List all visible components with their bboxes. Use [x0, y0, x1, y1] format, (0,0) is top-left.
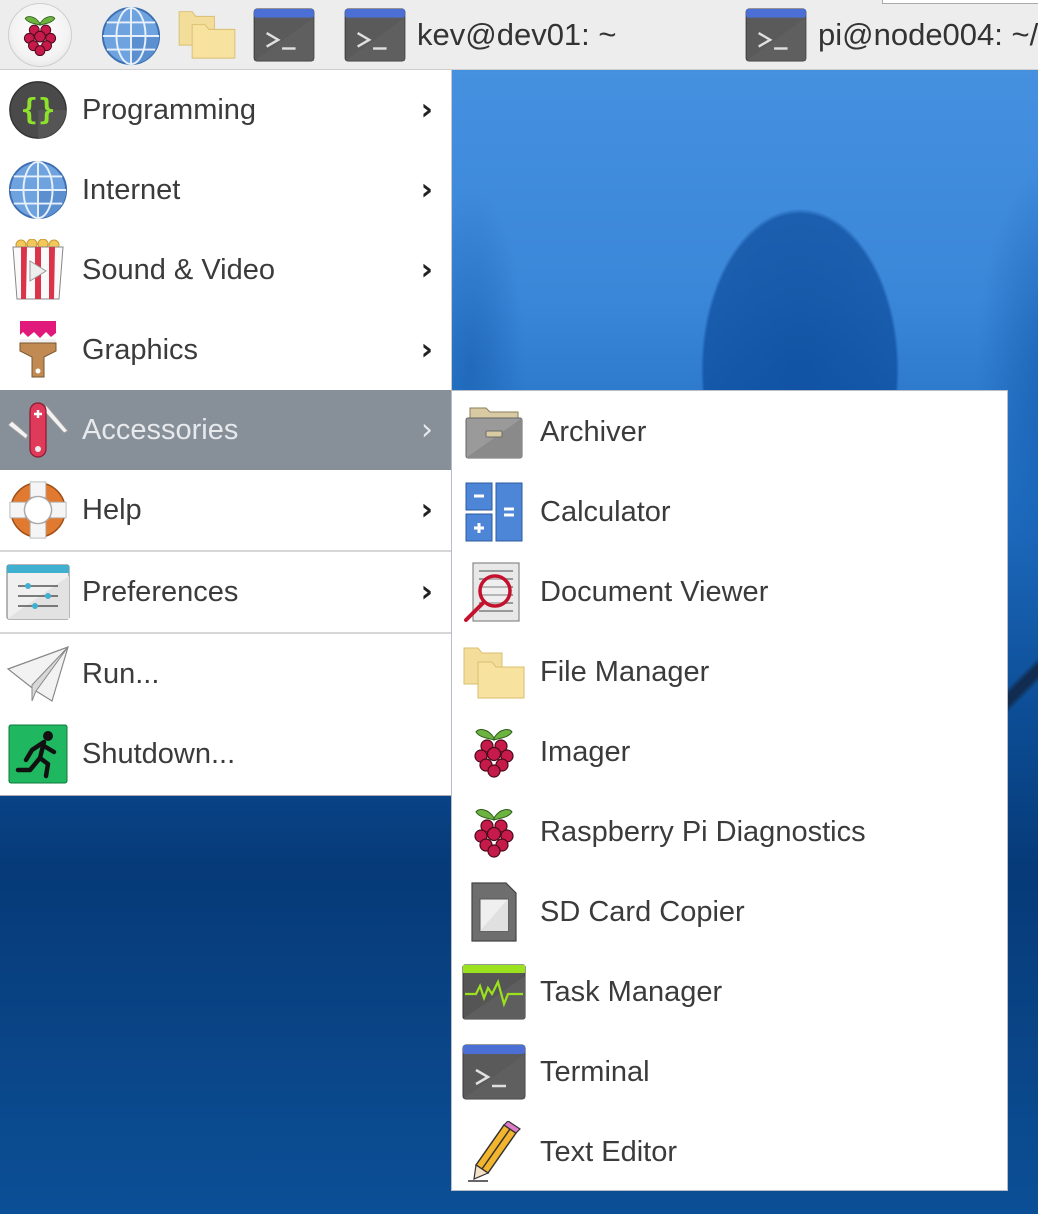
- exit-running-man-icon: [6, 722, 70, 786]
- applications-menu-button[interactable]: [8, 3, 72, 67]
- menu-item-sound-video[interactable]: Sound & Video ›: [0, 230, 451, 310]
- raspberry-icon: [462, 720, 526, 784]
- swiss-knife-icon: [6, 398, 70, 462]
- menu-item-label: Shutdown...: [82, 737, 236, 770]
- globe-icon: [100, 5, 162, 67]
- submenu-item-label: Imager: [540, 735, 631, 768]
- menu-item-label: Internet: [82, 173, 181, 206]
- menu-item-label: Accessories: [82, 413, 239, 446]
- menu-item-graphics[interactable]: Graphics ›: [0, 310, 451, 390]
- launcher-file-manager[interactable]: [174, 8, 240, 60]
- tooltip-edge: [882, 0, 1038, 4]
- code-braces-icon: {}: [6, 78, 70, 142]
- menu-item-label: Sound & Video: [82, 253, 275, 286]
- menu-item-label: Graphics: [82, 333, 199, 366]
- submenu-item-label: File Manager: [540, 655, 710, 688]
- sd-card-icon: [462, 880, 526, 944]
- folder-icon: [462, 640, 526, 704]
- task-button-kev-dev01[interactable]: kev@dev01: ~: [343, 7, 617, 63]
- terminal-icon: [462, 1040, 526, 1104]
- submenu-item-label: Terminal: [540, 1055, 650, 1088]
- menu-item-help[interactable]: Help ›: [0, 470, 451, 550]
- submenu-item-label: Archiver: [540, 415, 647, 448]
- submenu-item-task-manager[interactable]: Task Manager: [452, 952, 1007, 1032]
- submenu-item-label: Text Editor: [540, 1135, 677, 1168]
- submenu-item-imager[interactable]: Imager: [452, 712, 1007, 792]
- raspberry-icon: [20, 12, 60, 58]
- menu-item-preferences[interactable]: Preferences ›: [0, 552, 451, 632]
- task-label: pi@node004: ~/: [818, 17, 1038, 52]
- lifebuoy-icon: [6, 478, 70, 542]
- submenu-item-text-editor[interactable]: Text Editor: [452, 1112, 1007, 1192]
- submenu-item-label: Task Manager: [540, 975, 723, 1008]
- globe-icon: [6, 158, 70, 222]
- taskbar: kev@dev01: ~ pi@node004: ~/: [0, 0, 1038, 70]
- archive-drawer-icon: [462, 400, 526, 464]
- paintbrush-icon: [6, 318, 70, 382]
- accessories-submenu: Archiver Calculator Document Viewer File…: [451, 390, 1008, 1191]
- terminal-icon: [252, 8, 316, 62]
- terminal-icon: [343, 8, 407, 62]
- submenu-item-label: SD Card Copier: [540, 895, 745, 928]
- menu-item-label: Help: [82, 493, 142, 526]
- submenu-item-sd-card-copier[interactable]: SD Card Copier: [452, 872, 1007, 952]
- menu-item-run[interactable]: Run...: [0, 634, 451, 714]
- submenu-item-document-viewer[interactable]: Document Viewer: [452, 552, 1007, 632]
- submenu-arrow-icon: ›: [420, 492, 433, 528]
- submenu-arrow-icon: ›: [420, 92, 433, 128]
- document-magnifier-icon: [462, 560, 526, 624]
- submenu-item-calculator[interactable]: Calculator: [452, 472, 1007, 552]
- activity-monitor-icon: [462, 960, 526, 1024]
- menu-item-programming[interactable]: {} Programming ›: [0, 70, 451, 150]
- applications-menu: {} Programming › Internet › Sound & Vide…: [0, 70, 452, 796]
- menu-item-label: Run...: [82, 657, 160, 690]
- sliders-icon: [6, 560, 70, 624]
- task-label: kev@dev01: ~: [417, 17, 617, 52]
- submenu-item-raspberry-pi-diagnostics[interactable]: Raspberry Pi Diagnostics: [452, 792, 1007, 872]
- submenu-arrow-icon: ›: [421, 412, 433, 448]
- launcher-web-browser[interactable]: [100, 5, 162, 67]
- task-button-pi-node004[interactable]: pi@node004: ~/: [744, 7, 1038, 63]
- submenu-arrow-icon: ›: [420, 252, 433, 288]
- submenu-item-label: Calculator: [540, 495, 671, 528]
- folder-icon: [174, 8, 240, 60]
- menu-item-accessories[interactable]: Accessories ›: [0, 390, 451, 470]
- submenu-item-file-manager[interactable]: File Manager: [452, 632, 1007, 712]
- pencil-icon: [462, 1120, 526, 1184]
- terminal-icon: [744, 8, 808, 62]
- popcorn-play-icon: [6, 238, 70, 302]
- submenu-item-archiver[interactable]: Archiver: [452, 392, 1007, 472]
- wallpaper-detail: [1008, 570, 1038, 790]
- menu-item-internet[interactable]: Internet ›: [0, 150, 451, 230]
- submenu-arrow-icon: ›: [420, 332, 433, 368]
- calculator-icon: [462, 480, 526, 544]
- svg-text:{}: {}: [21, 93, 56, 127]
- paper-plane-icon: [6, 642, 70, 706]
- submenu-arrow-icon: ›: [420, 574, 433, 610]
- launcher-terminal[interactable]: [252, 8, 316, 62]
- raspberry-icon: [462, 800, 526, 864]
- submenu-item-label: Raspberry Pi Diagnostics: [540, 815, 866, 848]
- submenu-item-label: Document Viewer: [540, 575, 769, 608]
- submenu-item-terminal[interactable]: Terminal: [452, 1032, 1007, 1112]
- submenu-arrow-icon: ›: [420, 172, 433, 208]
- menu-item-label: Programming: [82, 93, 257, 126]
- menu-item-label: Preferences: [82, 575, 239, 608]
- menu-item-shutdown[interactable]: Shutdown...: [0, 714, 451, 794]
